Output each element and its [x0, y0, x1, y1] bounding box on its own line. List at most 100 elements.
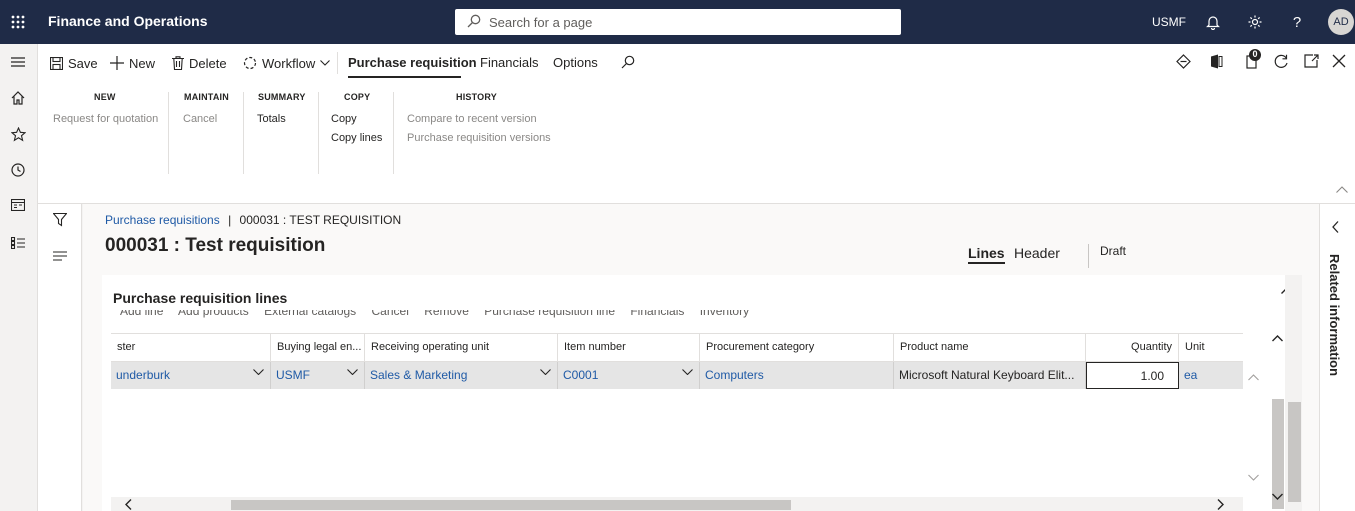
tab-options[interactable]: Options — [553, 55, 598, 70]
group-maintain-header: MAINTAIN — [184, 92, 229, 102]
totals-button[interactable]: Totals — [257, 113, 286, 125]
request-for-quotation-button[interactable]: Request for quotation — [53, 113, 158, 125]
compare-to-recent-version-button[interactable]: Compare to recent version — [407, 113, 537, 125]
lines-section-title[interactable]: Purchase requisition lines — [113, 290, 287, 306]
column-header-item-number[interactable]: Item number — [558, 334, 700, 362]
search-input[interactable]: Search for a page — [455, 9, 901, 35]
tab-lines[interactable]: Lines — [968, 245, 1005, 264]
main-content: Purchase requisitions | 000031 : TEST RE… — [83, 204, 1319, 511]
add-line-button[interactable]: Add line — [120, 310, 163, 318]
grid-horizontal-scrollbar[interactable] — [111, 497, 1243, 511]
home-icon[interactable] — [7, 87, 29, 109]
column-header-product-name[interactable]: Product name — [894, 334, 1086, 362]
column-header-quantity[interactable]: Quantity — [1086, 334, 1179, 362]
procurement-category-value: Computers — [705, 368, 764, 382]
related-information-pane[interactable]: Related information — [1319, 204, 1355, 511]
chevron-down-icon[interactable] — [347, 369, 358, 375]
scrollbar-thumb[interactable] — [231, 500, 791, 510]
chevron-left-icon[interactable] — [1332, 221, 1339, 233]
save-icon — [50, 56, 63, 70]
collapse-actionpane-icon[interactable] — [1336, 186, 1348, 193]
notification-badge-icon[interactable]: 0 — [1244, 48, 1264, 70]
action-pane: Save New Delete Workflow Purchase requis… — [38, 44, 1355, 204]
office-icon[interactable] — [1210, 54, 1223, 69]
group-divider — [318, 92, 319, 174]
active-tab-indicator — [348, 76, 461, 78]
search-icon — [467, 14, 481, 28]
item-number-value: C0001 — [563, 368, 599, 382]
close-icon[interactable] — [1332, 54, 1346, 68]
chevron-down-icon[interactable] — [540, 369, 551, 375]
avatar[interactable]: AD — [1328, 9, 1354, 35]
scroll-down-icon[interactable] — [1272, 493, 1283, 500]
scroll-right-icon[interactable] — [1217, 499, 1224, 510]
related-information-label: Related information — [1327, 254, 1342, 377]
chevron-down-icon[interactable] — [682, 369, 693, 375]
row-scroll-down-icon[interactable] — [1248, 474, 1259, 481]
gear-icon[interactable] — [1245, 12, 1265, 32]
inventory-menu[interactable]: Inventory — [700, 310, 749, 318]
copy-button[interactable]: Copy — [331, 113, 357, 125]
chevron-down-icon[interactable] — [253, 369, 264, 375]
requester-cell[interactable]: underburk — [111, 362, 271, 389]
breadcrumb-current: 000031 : TEST REQUISITION — [239, 213, 402, 227]
column-header-receiving-operating-unit[interactable]: Receiving operating unit — [365, 334, 558, 362]
bell-icon[interactable] — [1203, 12, 1223, 32]
save-button[interactable]: Save — [50, 54, 98, 72]
modules-list-icon[interactable] — [7, 232, 29, 254]
workflow-label: Workflow — [262, 55, 316, 71]
procurement-category-cell[interactable]: Computers — [700, 362, 894, 389]
list-toggle-icon[interactable] — [53, 251, 67, 261]
buying-legal-entity-value: USMF — [276, 368, 310, 382]
help-icon[interactable]: ? — [1287, 12, 1307, 32]
filter-icon[interactable] — [53, 213, 67, 227]
receiving-operating-unit-cell[interactable]: Sales & Marketing — [365, 362, 558, 389]
purchase-requisition-versions-button[interactable]: Purchase requisition versions — [407, 132, 551, 144]
breadcrumb-link[interactable]: Purchase requisitions — [105, 213, 220, 227]
app-title[interactable]: Finance and Operations — [48, 13, 207, 29]
unit-cell[interactable]: ea — [1179, 362, 1243, 389]
favorites-star-icon[interactable] — [7, 123, 29, 145]
cancel-line-button[interactable]: Cancel — [372, 310, 409, 318]
add-products-button[interactable]: Add products — [178, 310, 249, 318]
top-navbar: Finance and Operations Search for a page… — [0, 0, 1355, 44]
app-launcher-icon[interactable] — [0, 0, 36, 44]
delete-button[interactable]: Delete — [172, 54, 227, 72]
scroll-left-icon[interactable] — [125, 499, 132, 510]
hamburger-icon[interactable] — [7, 51, 29, 73]
remove-line-button[interactable]: Remove — [424, 310, 469, 318]
item-number-cell[interactable]: C0001 — [558, 362, 700, 389]
tab-purchase-requisition[interactable]: Purchase requisition — [348, 55, 477, 70]
refresh-icon[interactable] — [1274, 54, 1289, 69]
company-picker[interactable]: USMF — [1152, 15, 1186, 29]
open-new-window-icon[interactable] — [1304, 54, 1319, 68]
diamond-icon[interactable] — [1176, 54, 1191, 69]
column-header-requester[interactable]: ster — [111, 334, 271, 362]
plus-icon — [110, 56, 124, 70]
product-name-cell[interactable]: Microsoft Natural Keyboard Elit... — [894, 362, 1086, 389]
column-header-unit[interactable]: Unit — [1179, 334, 1243, 362]
recent-clock-icon[interactable] — [7, 159, 29, 181]
new-button[interactable]: New — [110, 54, 155, 72]
row-scroll-up-icon[interactable] — [1248, 374, 1259, 381]
tab-header[interactable]: Header — [1014, 245, 1060, 261]
group-divider — [393, 92, 394, 174]
copy-lines-button[interactable]: Copy lines — [331, 132, 382, 144]
scroll-up-icon[interactable] — [1272, 335, 1283, 342]
purchase-requisition-line-menu[interactable]: Purchase requisition line — [484, 310, 615, 318]
financials-menu[interactable]: Financials — [630, 310, 684, 318]
external-catalogs-button[interactable]: External catalogs — [264, 310, 356, 318]
workspaces-icon[interactable] — [7, 194, 29, 216]
product-name-value: Microsoft Natural Keyboard Elit... — [899, 368, 1075, 382]
workflow-button[interactable]: Workflow — [243, 54, 331, 72]
cancel-requisition-button[interactable]: Cancel — [183, 113, 217, 125]
tab-financials[interactable]: Financials — [480, 55, 539, 70]
buying-legal-entity-cell[interactable]: USMF — [271, 362, 365, 389]
quantity-input[interactable]: 1.00 — [1086, 362, 1179, 389]
column-header-procurement-category[interactable]: Procurement category — [700, 334, 894, 362]
chevron-down-icon — [320, 60, 331, 66]
scrollbar-thumb[interactable] — [1288, 402, 1301, 502]
action-search-icon[interactable] — [621, 55, 635, 69]
column-header-buying-legal-entity[interactable]: Buying legal en... — [271, 334, 365, 362]
lines-toolbar: Add line Add products External catalogs … — [120, 310, 1220, 320]
